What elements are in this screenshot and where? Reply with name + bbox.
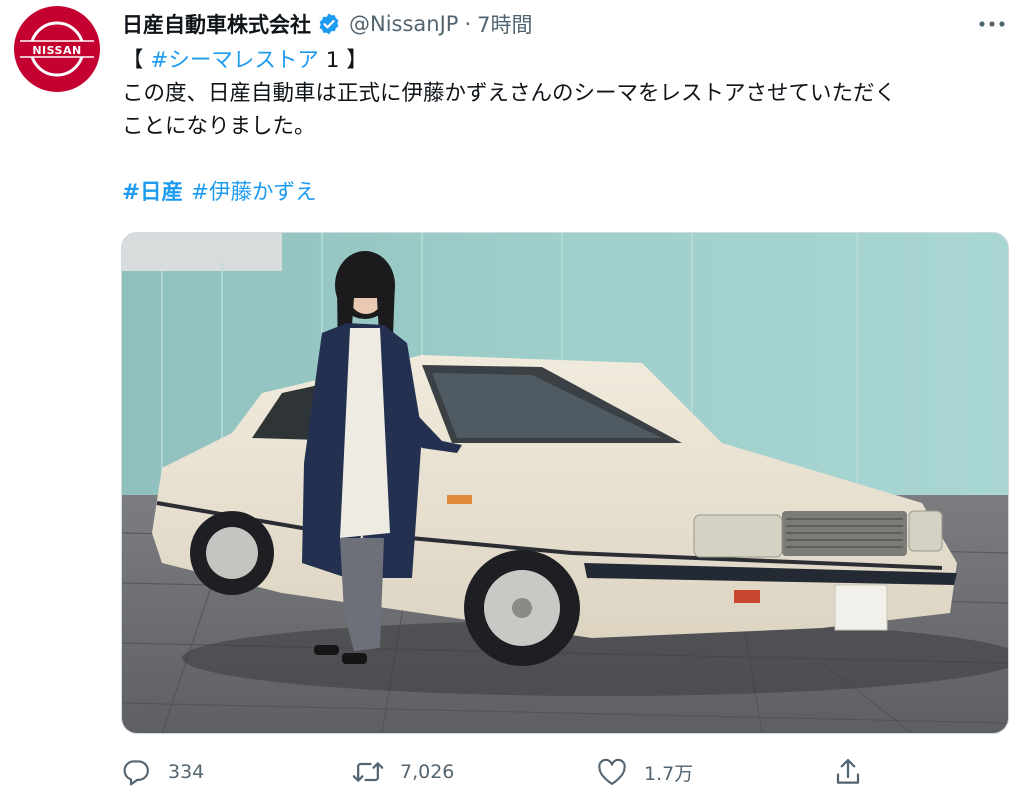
tweet-text-line-3: ことになりました。	[122, 114, 316, 139]
hashtag-cima-restore[interactable]: #シーマレストア	[150, 48, 319, 73]
separator-dot: ·	[464, 12, 472, 36]
tweet-action-bar: 334 7,026 1.7万	[0, 750, 1024, 794]
tweet-photo[interactable]	[121, 232, 1009, 734]
hashtag-line: #日産 #伊藤かずえ	[122, 176, 1012, 209]
tweet-timestamp[interactable]: 7時間	[477, 9, 532, 39]
reply-icon	[118, 754, 154, 790]
retweet-count: 7,026	[400, 761, 455, 783]
tweet-text-line-1: 【 #シーマレストア 1 】	[122, 44, 1012, 77]
display-name[interactable]: 日産自動車株式会社	[122, 9, 311, 39]
share-icon	[830, 754, 866, 790]
more-options-button[interactable]	[972, 8, 1012, 40]
avatar[interactable]: NISSAN	[14, 6, 100, 92]
share-button[interactable]	[830, 750, 866, 794]
like-button[interactable]: 1.7万	[594, 750, 693, 794]
reply-button[interactable]: 334	[118, 750, 204, 794]
tweet-text: 【 #シーマレストア 1 】 この度、日産自動車は正式に伊藤かずえさんのシーマを…	[122, 44, 1012, 209]
hashtag-ito-kazue[interactable]: #伊藤かずえ	[191, 180, 317, 205]
hashtag-nissan[interactable]: #日産	[122, 180, 183, 205]
verified-badge-icon	[317, 12, 341, 36]
bracket-open: 【	[122, 48, 151, 73]
retweet-icon	[350, 754, 386, 790]
retweet-button[interactable]: 7,026	[350, 750, 454, 794]
tweet-header: 日産自動車株式会社 @NissanJP · 7時間	[122, 4, 533, 44]
user-handle[interactable]: @NissanJP	[349, 12, 458, 36]
like-count: 1.7万	[644, 762, 694, 785]
avatar-logo-text: NISSAN	[32, 44, 81, 57]
more-options-icon	[979, 21, 1005, 27]
like-icon	[594, 754, 630, 790]
reply-count: 334	[168, 761, 205, 783]
photo-woman-with-cima-car	[122, 233, 1008, 733]
bracket-close: 1 】	[318, 48, 368, 73]
tweet-text-line-2: この度、日産自動車は正式に伊藤かずえさんのシーマをレストアさせていただく	[122, 81, 897, 106]
nissan-logo-icon: NISSAN	[20, 21, 94, 77]
